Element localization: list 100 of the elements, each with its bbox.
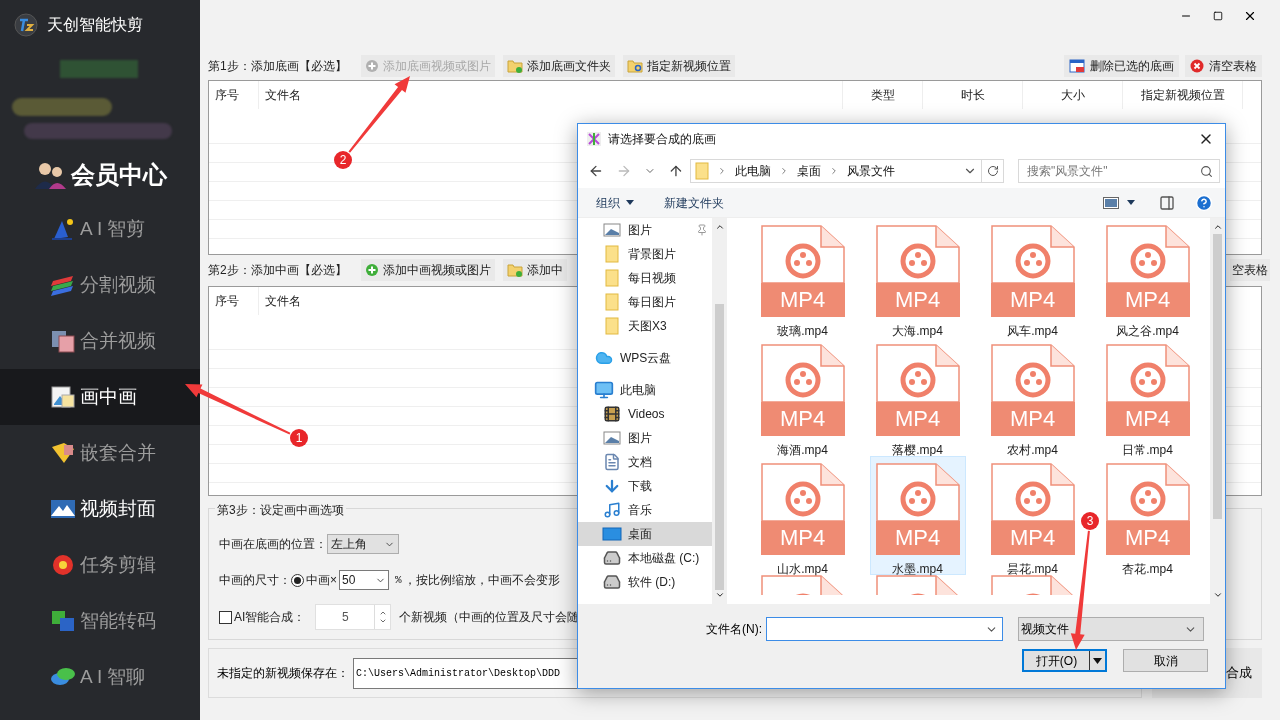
- count-spinner[interactable]: 5: [315, 604, 392, 630]
- file-tile[interactable]: MP4 农村.mp4: [984, 337, 1081, 456]
- scroll-down-icon[interactable]: [714, 590, 725, 600]
- sidebar-item[interactable]: 画中画: [0, 369, 200, 425]
- nav-item[interactable]: 背景图片: [578, 242, 712, 266]
- address-bar[interactable]: 此电脑 桌面 风景文件: [689, 159, 1004, 183]
- file-tile[interactable]: MP4 水墨.mp4: [869, 456, 966, 575]
- folder-add-icon: [506, 263, 523, 277]
- picture-icon: [603, 223, 621, 237]
- toolbar-button[interactable]: 添加底画文件夹: [502, 55, 615, 77]
- nav-item[interactable]: 软件 (D:): [578, 570, 712, 594]
- increment-icon[interactable]: [378, 609, 387, 617]
- open-button[interactable]: 打开(O): [1022, 649, 1107, 672]
- column-header: 序号: [209, 287, 259, 315]
- sidebar-item[interactable]: 智能转码: [0, 593, 200, 649]
- folder-icon: [605, 269, 619, 287]
- nav-item[interactable]: 音乐: [578, 498, 712, 522]
- music-note-icon: [603, 501, 621, 519]
- sidebar-item[interactable]: 嵌套合并: [0, 425, 200, 481]
- ai-checkbox[interactable]: AI智能合成：: [219, 608, 306, 626]
- scroll-up-icon[interactable]: [714, 222, 725, 232]
- sidebar-item[interactable]: 分割视频: [0, 257, 200, 313]
- decrement-icon[interactable]: [378, 617, 387, 625]
- nav-item[interactable]: 桌面: [578, 522, 712, 546]
- caret-icon: [1093, 657, 1102, 664]
- file-tile[interactable]: MP4 风之谷.mp4: [1099, 218, 1196, 337]
- field-label: 中画的尺寸：: [219, 572, 291, 589]
- nav-item[interactable]: 此电脑: [578, 378, 712, 402]
- nav-item[interactable]: WPS云盘: [578, 346, 712, 370]
- picture-icon: [50, 385, 76, 409]
- size-radio[interactable]: 中画×: [291, 571, 337, 589]
- scroll-up-icon[interactable]: [1212, 222, 1223, 232]
- toolbar-button[interactable]: 添加中: [502, 259, 567, 281]
- toolbar-button[interactable]: 空表格: [1230, 259, 1270, 281]
- file-type-label: MP4: [990, 402, 1075, 436]
- cancel-button[interactable]: 取消: [1123, 649, 1208, 672]
- toolbar-button[interactable]: 指定新视频位置: [622, 55, 735, 77]
- file-name: 日常.mp4: [1122, 442, 1173, 459]
- sidebar-item[interactable]: 任务剪辑: [0, 537, 200, 593]
- preview-pane-icon[interactable]: [1159, 194, 1175, 211]
- folder-icon: [605, 245, 619, 263]
- help-icon[interactable]: [1195, 193, 1213, 212]
- breadcrumb[interactable]: 此电脑: [734, 162, 771, 180]
- caret-icon: [626, 200, 634, 205]
- file-tile[interactable]: MP4 昙花.mp4: [984, 456, 1081, 575]
- toolbar-button[interactable]: 添加中画视频或图片: [360, 259, 495, 281]
- folder-search-icon: [626, 59, 643, 73]
- scroll-down-icon[interactable]: [1212, 590, 1223, 600]
- sidebar-item[interactable]: 视频封面: [0, 481, 200, 537]
- file-tile[interactable]: MP4 大海.mp4: [869, 218, 966, 337]
- nav-item[interactable]: 图片: [578, 426, 712, 450]
- file-type-label: MP4: [1105, 402, 1190, 436]
- file-tile[interactable]: MP4 风车.mp4: [984, 218, 1081, 337]
- filetype-select[interactable]: 视频文件: [1018, 617, 1204, 641]
- number-badge: 2: [334, 151, 352, 169]
- search-field[interactable]: 搜索"风景文件": [1018, 159, 1220, 183]
- sidebar-item[interactable]: A I 智剪: [0, 201, 200, 257]
- nav-item[interactable]: 每日图片: [578, 290, 712, 314]
- back-icon[interactable]: [588, 163, 604, 179]
- convert-icon: [50, 609, 76, 633]
- nav-item[interactable]: 每日视频: [578, 266, 712, 290]
- file-tile[interactable]: MP4 山水.mp4: [754, 456, 851, 575]
- number-badge: 1: [290, 429, 308, 447]
- nav-item[interactable]: 下载: [578, 474, 712, 498]
- scrollbar[interactable]: [712, 218, 727, 604]
- scrollbar[interactable]: [1210, 218, 1225, 604]
- dialog-title: 请选择要合成的底画: [608, 131, 716, 148]
- file-type-label: MP4: [990, 283, 1075, 317]
- toolbar-button[interactable]: 清空表格: [1185, 55, 1262, 77]
- sidebar-item[interactable]: A I 智聊: [0, 649, 200, 705]
- app-icon: [586, 131, 602, 147]
- file-tile[interactable]: MP4 海酒.mp4: [754, 337, 851, 456]
- file-name: 落樱.mp4: [892, 442, 943, 459]
- organize-menu[interactable]: 组织: [596, 193, 634, 212]
- field-label: 中画在底画的位置：: [219, 536, 327, 553]
- nav-item[interactable]: 图片: [578, 218, 712, 242]
- filename-field[interactable]: [766, 617, 1003, 641]
- file-name: 水墨.mp4: [892, 561, 943, 578]
- picture-icon: [603, 431, 621, 445]
- nav-item[interactable]: 本地磁盘 (C:): [578, 546, 712, 570]
- member-center-link[interactable]: 会员中心: [71, 157, 167, 193]
- caret-icon[interactable]: [1127, 200, 1135, 205]
- column-header: 序号: [209, 81, 259, 109]
- file-tile[interactable]: MP4 日常.mp4: [1099, 337, 1196, 456]
- file-type-label: MP4: [760, 521, 845, 555]
- nav-item[interactable]: 文档: [578, 450, 712, 474]
- toolbar-button[interactable]: 删除已选的底画: [1064, 55, 1179, 77]
- nav-item[interactable]: 天图X3: [578, 314, 712, 338]
- nav-item[interactable]: Videos: [578, 402, 712, 426]
- file-tile[interactable]: MP4 落樱.mp4: [869, 337, 966, 456]
- sidebar-item[interactable]: 合并视频: [0, 313, 200, 369]
- file-name: 大海.mp4: [892, 323, 943, 340]
- size-select[interactable]: 50: [339, 570, 389, 590]
- position-select[interactable]: 左上角: [327, 534, 399, 554]
- breadcrumb[interactable]: 风景文件: [846, 162, 895, 180]
- breadcrumb[interactable]: 桌面: [796, 162, 821, 180]
- view-icon[interactable]: [1103, 196, 1119, 209]
- new-folder-button[interactable]: 新建文件夹: [664, 193, 724, 212]
- file-tile[interactable]: MP4 杏花.mp4: [1099, 456, 1196, 575]
- flower-icon: [50, 553, 76, 577]
